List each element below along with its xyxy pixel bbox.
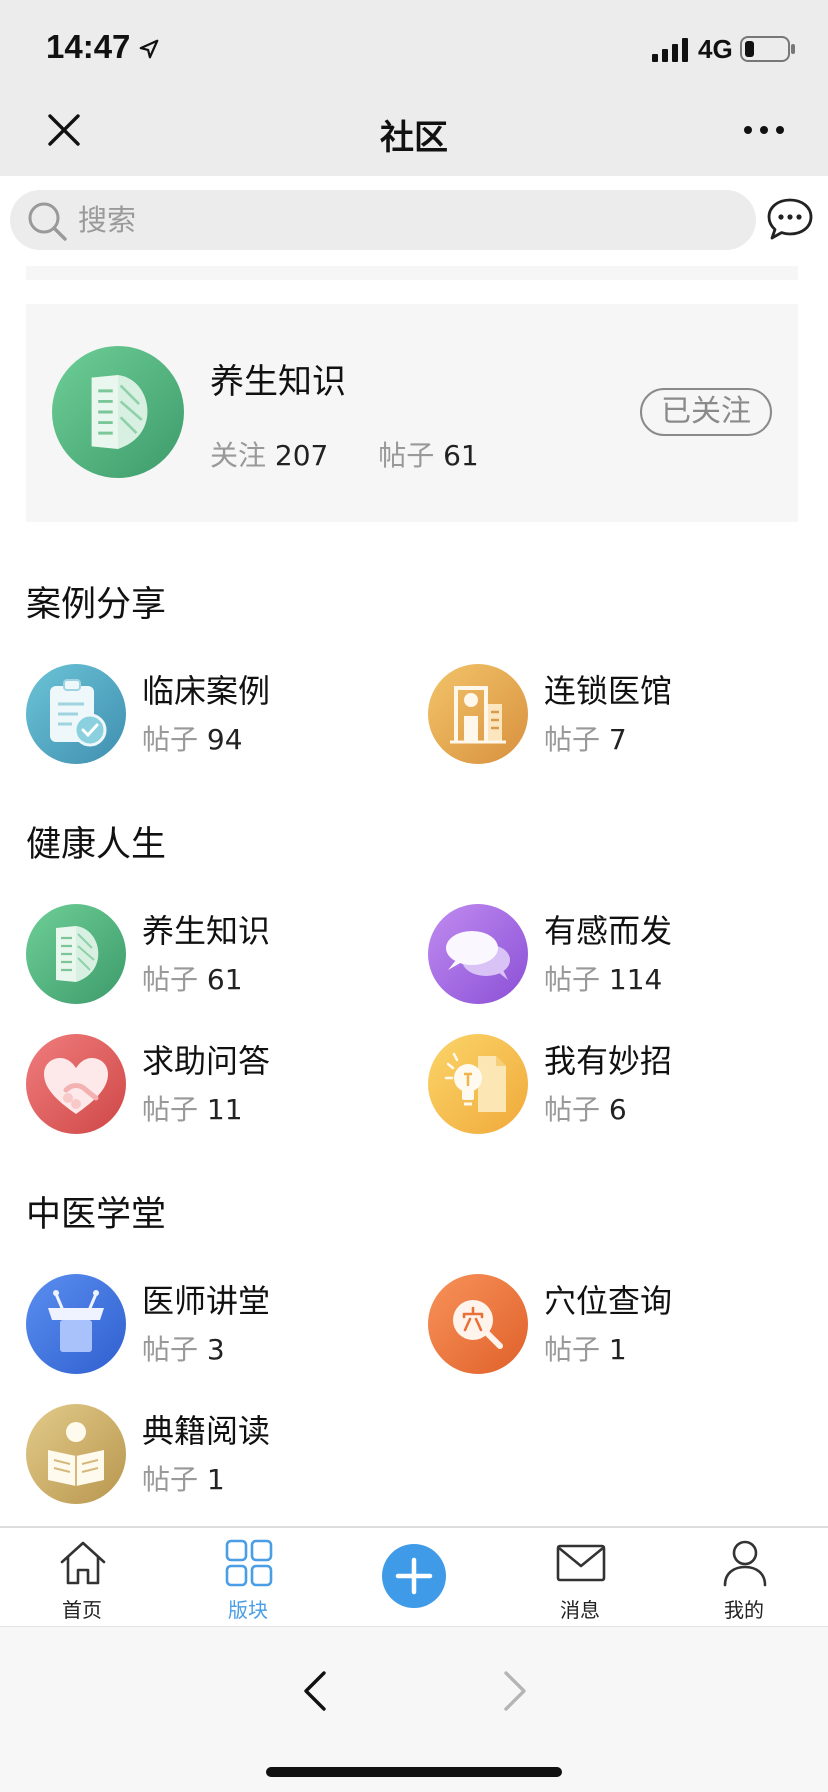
follow-label: 关注 [210, 439, 267, 472]
board-post-count: 帖子 6 [544, 1093, 627, 1126]
clipboard-check-icon [26, 664, 126, 764]
network-type: 4G [698, 34, 733, 64]
board-name: 临床案例 [142, 672, 271, 710]
speech-bubbles-icon [428, 904, 528, 1004]
leaf-book-icon [52, 346, 184, 478]
nav-bar: 社区 [0, 100, 828, 176]
battery-icon [740, 36, 795, 62]
board-post-count: 帖子 1 [142, 1463, 225, 1496]
lectern-icon [26, 1274, 126, 1374]
tab-label: 版块 [228, 1598, 268, 1622]
tab-mine[interactable]: 我的 [684, 1528, 804, 1626]
board-name: 医师讲堂 [142, 1282, 271, 1320]
leaf-book-icon [26, 904, 126, 1004]
signal-icon [652, 38, 688, 62]
tab-boards[interactable]: 版块 [188, 1528, 308, 1626]
board-post-count: 帖子 7 [544, 723, 627, 756]
plus-icon [395, 1557, 433, 1595]
board-name: 连锁医馆 [544, 672, 673, 710]
more-options-icon[interactable] [742, 120, 786, 140]
section-title-tcm-school: 中医学堂 [26, 1195, 167, 1235]
forward-chevron-icon[interactable] [494, 1669, 534, 1713]
mail-icon [556, 1544, 606, 1582]
follow-count: 207 [274, 439, 329, 472]
status-bar: 14:47 4G [0, 0, 828, 100]
board-post-count: 帖子 114 [544, 963, 663, 996]
posts-count: 61 [443, 439, 479, 472]
featured-board-title: 养生知识 [210, 362, 346, 402]
search-icon [28, 202, 67, 241]
board-name: 有感而发 [544, 912, 673, 950]
board-item-chain-clinics[interactable]: 连锁医馆 帖子 7 [428, 664, 788, 764]
tab-label: 我的 [724, 1598, 764, 1622]
board-post-count: 帖子 11 [142, 1093, 243, 1126]
tab-label: 首页 [62, 1598, 102, 1622]
acupoint-search-icon [428, 1274, 528, 1374]
board-name: 典籍阅读 [142, 1412, 271, 1450]
search-box[interactable] [10, 190, 756, 250]
clinic-building-icon [428, 664, 528, 764]
board-item-clinical-cases[interactable]: 临床案例 帖子 94 [26, 664, 386, 764]
board-item-acupoint-search[interactable]: 穴位查询 帖子 1 [428, 1274, 788, 1374]
browser-toolbar [0, 1626, 828, 1792]
section-title-case-sharing: 案例分享 [26, 585, 167, 625]
home-indicator [266, 1767, 562, 1777]
create-post-button[interactable] [382, 1544, 446, 1608]
posts-label: 帖子 [378, 439, 435, 472]
page-title: 社区 [380, 118, 448, 158]
status-time: 14:47 [46, 28, 131, 65]
bottom-tab-bar: 首页 版块 消息 我的 [0, 1526, 828, 1626]
home-icon [60, 1541, 106, 1585]
chat-bubble-icon[interactable] [766, 196, 814, 242]
board-item-tips[interactable]: 我有妙招 帖子 6 [428, 1034, 788, 1134]
back-chevron-icon[interactable] [296, 1669, 336, 1713]
tab-label: 消息 [560, 1598, 600, 1622]
board-post-count: 帖子 94 [142, 723, 243, 756]
followed-button[interactable]: 已关注 [640, 388, 772, 436]
board-name: 求助问答 [142, 1042, 271, 1080]
heart-hands-icon [26, 1034, 126, 1134]
search-input[interactable] [78, 190, 738, 250]
featured-board-stats: 关注 207 帖子 61 [210, 434, 479, 474]
board-post-count: 帖子 1 [544, 1333, 627, 1366]
user-icon [723, 1540, 767, 1587]
lightbulb-icon [428, 1034, 528, 1134]
board-name: 养生知识 [142, 912, 271, 950]
board-post-count: 帖子 61 [142, 963, 243, 996]
board-item-classics-reading[interactable]: 典籍阅读 帖子 1 [26, 1404, 386, 1504]
search-row [0, 176, 828, 268]
board-name: 我有妙招 [544, 1042, 673, 1080]
grid-icon [225, 1539, 273, 1587]
featured-board-card[interactable]: 养生知识 关注 207 帖子 61 已关注 [26, 304, 798, 522]
divider-strip [26, 266, 798, 280]
tab-home[interactable]: 首页 [22, 1528, 142, 1626]
board-item-help-qa[interactable]: 求助问答 帖子 11 [26, 1034, 386, 1134]
board-post-count: 帖子 3 [142, 1333, 225, 1366]
location-arrow-icon [139, 39, 159, 59]
board-item-doctor-lectures[interactable]: 医师讲堂 帖子 3 [26, 1274, 386, 1374]
board-item-reflections[interactable]: 有感而发 帖子 114 [428, 904, 788, 1004]
board-name: 穴位查询 [544, 1282, 673, 1320]
board-item-health-knowledge[interactable]: 养生知识 帖子 61 [26, 904, 386, 1004]
tab-messages[interactable]: 消息 [520, 1528, 640, 1626]
section-title-healthy-life: 健康人生 [26, 825, 167, 865]
top-bar: 14:47 4G 社区 [0, 0, 828, 176]
reading-person-icon [26, 1404, 126, 1504]
